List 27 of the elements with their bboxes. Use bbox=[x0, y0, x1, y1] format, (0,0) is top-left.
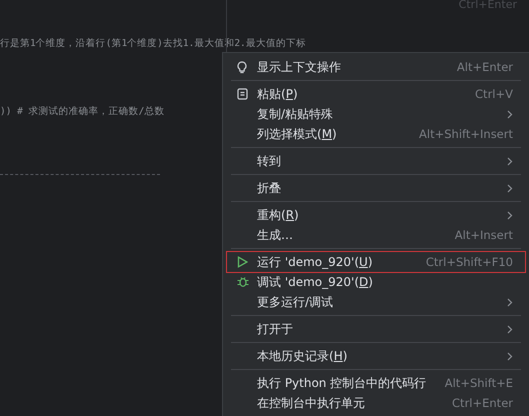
menu-item[interactable]: 生成… Alt+Insert bbox=[227, 225, 525, 245]
shortcut-text: Alt+Enter bbox=[456, 60, 513, 74]
menu-item[interactable]: 复制/粘贴特殊 bbox=[227, 104, 525, 124]
lightbulb-icon bbox=[237, 60, 247, 74]
menu-item[interactable]: 更多运行/调试 bbox=[227, 292, 525, 312]
clipboard-icon bbox=[237, 88, 248, 100]
shortcut-text: Ctrl+Shift+F10 bbox=[426, 255, 513, 269]
shortcut-text: Ctrl+Enter bbox=[452, 396, 513, 410]
menu-item[interactable]: 转到 bbox=[227, 151, 525, 171]
run-icon bbox=[237, 256, 248, 268]
menu-item[interactable]: 折叠 bbox=[227, 178, 525, 198]
menu-item[interactable]: 列选择模式(M) Alt+Shift+Insert bbox=[227, 124, 525, 144]
shortcut-text: Ctrl+V bbox=[475, 87, 513, 101]
menu-item[interactable]: 粘贴(P) Ctrl+V bbox=[227, 84, 525, 104]
menu-item[interactable]: 调试 'demo_920'(D) bbox=[227, 272, 525, 292]
shortcut-text: Alt+Insert bbox=[454, 228, 513, 242]
menu-item[interactable]: 运行 'demo_920'(U) Ctrl+Shift+F10 bbox=[227, 252, 525, 272]
menu-item[interactable]: 重构(R) bbox=[227, 205, 525, 225]
code-comment: )) # 求测试的准确率，正确数/总数 bbox=[0, 106, 164, 117]
menu-item[interactable]: 显示上下文操作 Alt+Enter bbox=[227, 57, 525, 77]
menu-item[interactable]: 本地历史记录(H) bbox=[227, 346, 525, 366]
shortcut-text: Alt+Shift+Insert bbox=[419, 127, 513, 141]
bug-icon bbox=[237, 276, 249, 288]
shortcut-text: Alt+Shift+E bbox=[444, 376, 513, 390]
menu-item[interactable]: 打开于 bbox=[227, 319, 525, 339]
menu-item[interactable]: 在控制台中执行单元 Ctrl+Enter bbox=[227, 393, 525, 413]
menu-item[interactable]: 执行 Python 控制台中的代码行 Alt+Shift+E bbox=[227, 373, 525, 393]
